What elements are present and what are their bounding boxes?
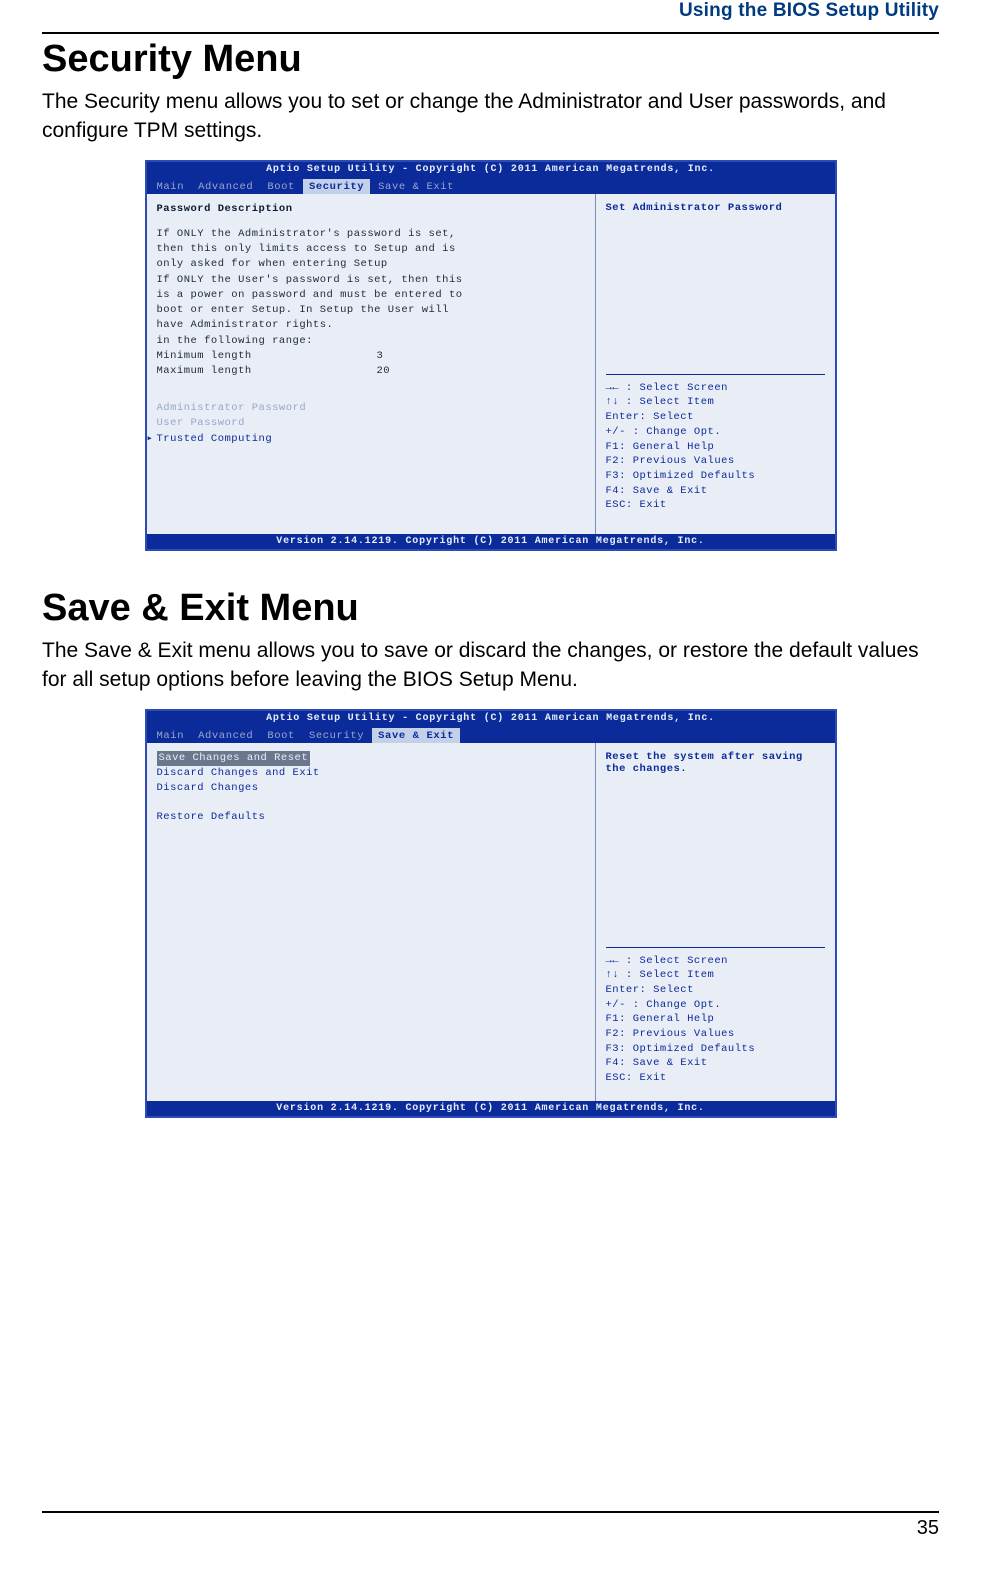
restore-defaults-item[interactable]: Restore Defaults	[157, 810, 585, 825]
bios-right-pane: Set Administrator Password →← : Select S…	[595, 194, 835, 534]
saveexit-description: The Save & Exit menu allows you to save …	[42, 636, 939, 695]
help-f2: F2: Previous Values	[606, 1027, 825, 1042]
help-f4: F4: Save & Exit	[606, 484, 825, 499]
help-title-line2: the changes.	[606, 763, 825, 775]
desc-line: boot or enter Setup. In Setup the User w…	[157, 303, 585, 318]
tab-saveexit[interactable]: Save & Exit	[372, 179, 460, 194]
footer-rule	[42, 1511, 939, 1513]
max-length-value: 20	[377, 364, 391, 379]
help-title-line1: Reset the system after saving	[606, 751, 825, 763]
security-heading: Security Menu	[42, 38, 939, 81]
help-f1: F1: General Help	[606, 1012, 825, 1027]
help-esc: ESC: Exit	[606, 498, 825, 513]
bios-titlebar: Aptio Setup Utility - Copyright (C) 2011…	[147, 162, 835, 177]
security-description: The Security menu allows you to set or c…	[42, 87, 939, 146]
help-enter: Enter: Select	[606, 983, 825, 998]
desc-line: then this only limits access to Setup an…	[157, 242, 585, 257]
bios-left-pane: Save Changes and Reset Discard Changes a…	[147, 743, 595, 1101]
tab-boot[interactable]: Boot	[261, 728, 301, 743]
admin-password-item[interactable]: Administrator Password	[157, 401, 585, 416]
help-f2: F2: Previous Values	[606, 454, 825, 469]
help-title: Set Administrator Password	[606, 202, 825, 214]
desc-line: If ONLY the Administrator's password is …	[157, 227, 585, 242]
bios-tab-bar: Main Advanced Boot Security Save & Exit	[147, 726, 835, 743]
help-key-list: →← : Select Screen ↑↓ : Select Item Ente…	[606, 381, 825, 513]
help-esc: ESC: Exit	[606, 1071, 825, 1086]
help-f1: F1: General Help	[606, 440, 825, 455]
saveexit-heading: Save & Exit Menu	[42, 587, 939, 630]
tab-advanced[interactable]: Advanced	[192, 179, 259, 194]
tab-security[interactable]: Security	[303, 179, 370, 194]
desc-line: is a power on password and must be enter…	[157, 288, 585, 303]
tab-advanced[interactable]: Advanced	[192, 728, 259, 743]
discard-changes-exit-item[interactable]: Discard Changes and Exit	[157, 766, 585, 781]
bios-screenshot-security: Aptio Setup Utility - Copyright (C) 2011…	[145, 160, 837, 551]
page-header-section: Using the BIOS Setup Utility	[42, 0, 939, 22]
page-number: 35	[42, 1517, 939, 1540]
help-select-screen: →← : Select Screen	[606, 381, 825, 396]
desc-line: in the following range:	[157, 334, 585, 349]
help-change: +/- : Change Opt.	[606, 998, 825, 1013]
bios-titlebar: Aptio Setup Utility - Copyright (C) 2011…	[147, 711, 835, 726]
user-password-item[interactable]: User Password	[157, 416, 585, 431]
desc-line: have Administrator rights.	[157, 318, 585, 333]
help-f4: F4: Save & Exit	[606, 1056, 825, 1071]
trusted-computing-item[interactable]: Trusted Computing	[157, 432, 585, 447]
help-key-list: →← : Select Screen ↑↓ : Select Item Ente…	[606, 954, 825, 1086]
help-select-screen: →← : Select Screen	[606, 954, 825, 969]
tab-boot[interactable]: Boot	[261, 179, 301, 194]
help-f3: F3: Optimized Defaults	[606, 1042, 825, 1057]
tab-main[interactable]: Main	[151, 179, 191, 194]
min-length-label: Minimum length	[157, 349, 377, 364]
password-description-heading: Password Description	[157, 202, 585, 217]
bios-right-pane: Reset the system after saving the change…	[595, 743, 835, 1101]
desc-line: If ONLY the User's password is set, then…	[157, 273, 585, 288]
bios-footer: Version 2.14.1219. Copyright (C) 2011 Am…	[147, 534, 835, 549]
desc-line: only asked for when entering Setup	[157, 257, 585, 272]
bios-left-pane: Password Description If ONLY the Adminis…	[147, 194, 595, 534]
help-f3: F3: Optimized Defaults	[606, 469, 825, 484]
help-enter: Enter: Select	[606, 410, 825, 425]
tab-main[interactable]: Main	[151, 728, 191, 743]
help-change: +/- : Change Opt.	[606, 425, 825, 440]
help-select-item: ↑↓ : Select Item	[606, 968, 825, 983]
help-select-item: ↑↓ : Select Item	[606, 395, 825, 410]
bios-footer: Version 2.14.1219. Copyright (C) 2011 Am…	[147, 1101, 835, 1116]
max-length-label: Maximum length	[157, 364, 377, 379]
discard-changes-item[interactable]: Discard Changes	[157, 781, 585, 796]
tab-saveexit[interactable]: Save & Exit	[372, 728, 460, 743]
save-changes-reset-item[interactable]: Save Changes and Reset	[157, 751, 311, 766]
tab-security[interactable]: Security	[303, 728, 370, 743]
header-rule	[42, 32, 939, 34]
min-length-value: 3	[377, 349, 384, 364]
bios-screenshot-saveexit: Aptio Setup Utility - Copyright (C) 2011…	[145, 709, 837, 1118]
bios-tab-bar: Main Advanced Boot Security Save & Exit	[147, 177, 835, 194]
